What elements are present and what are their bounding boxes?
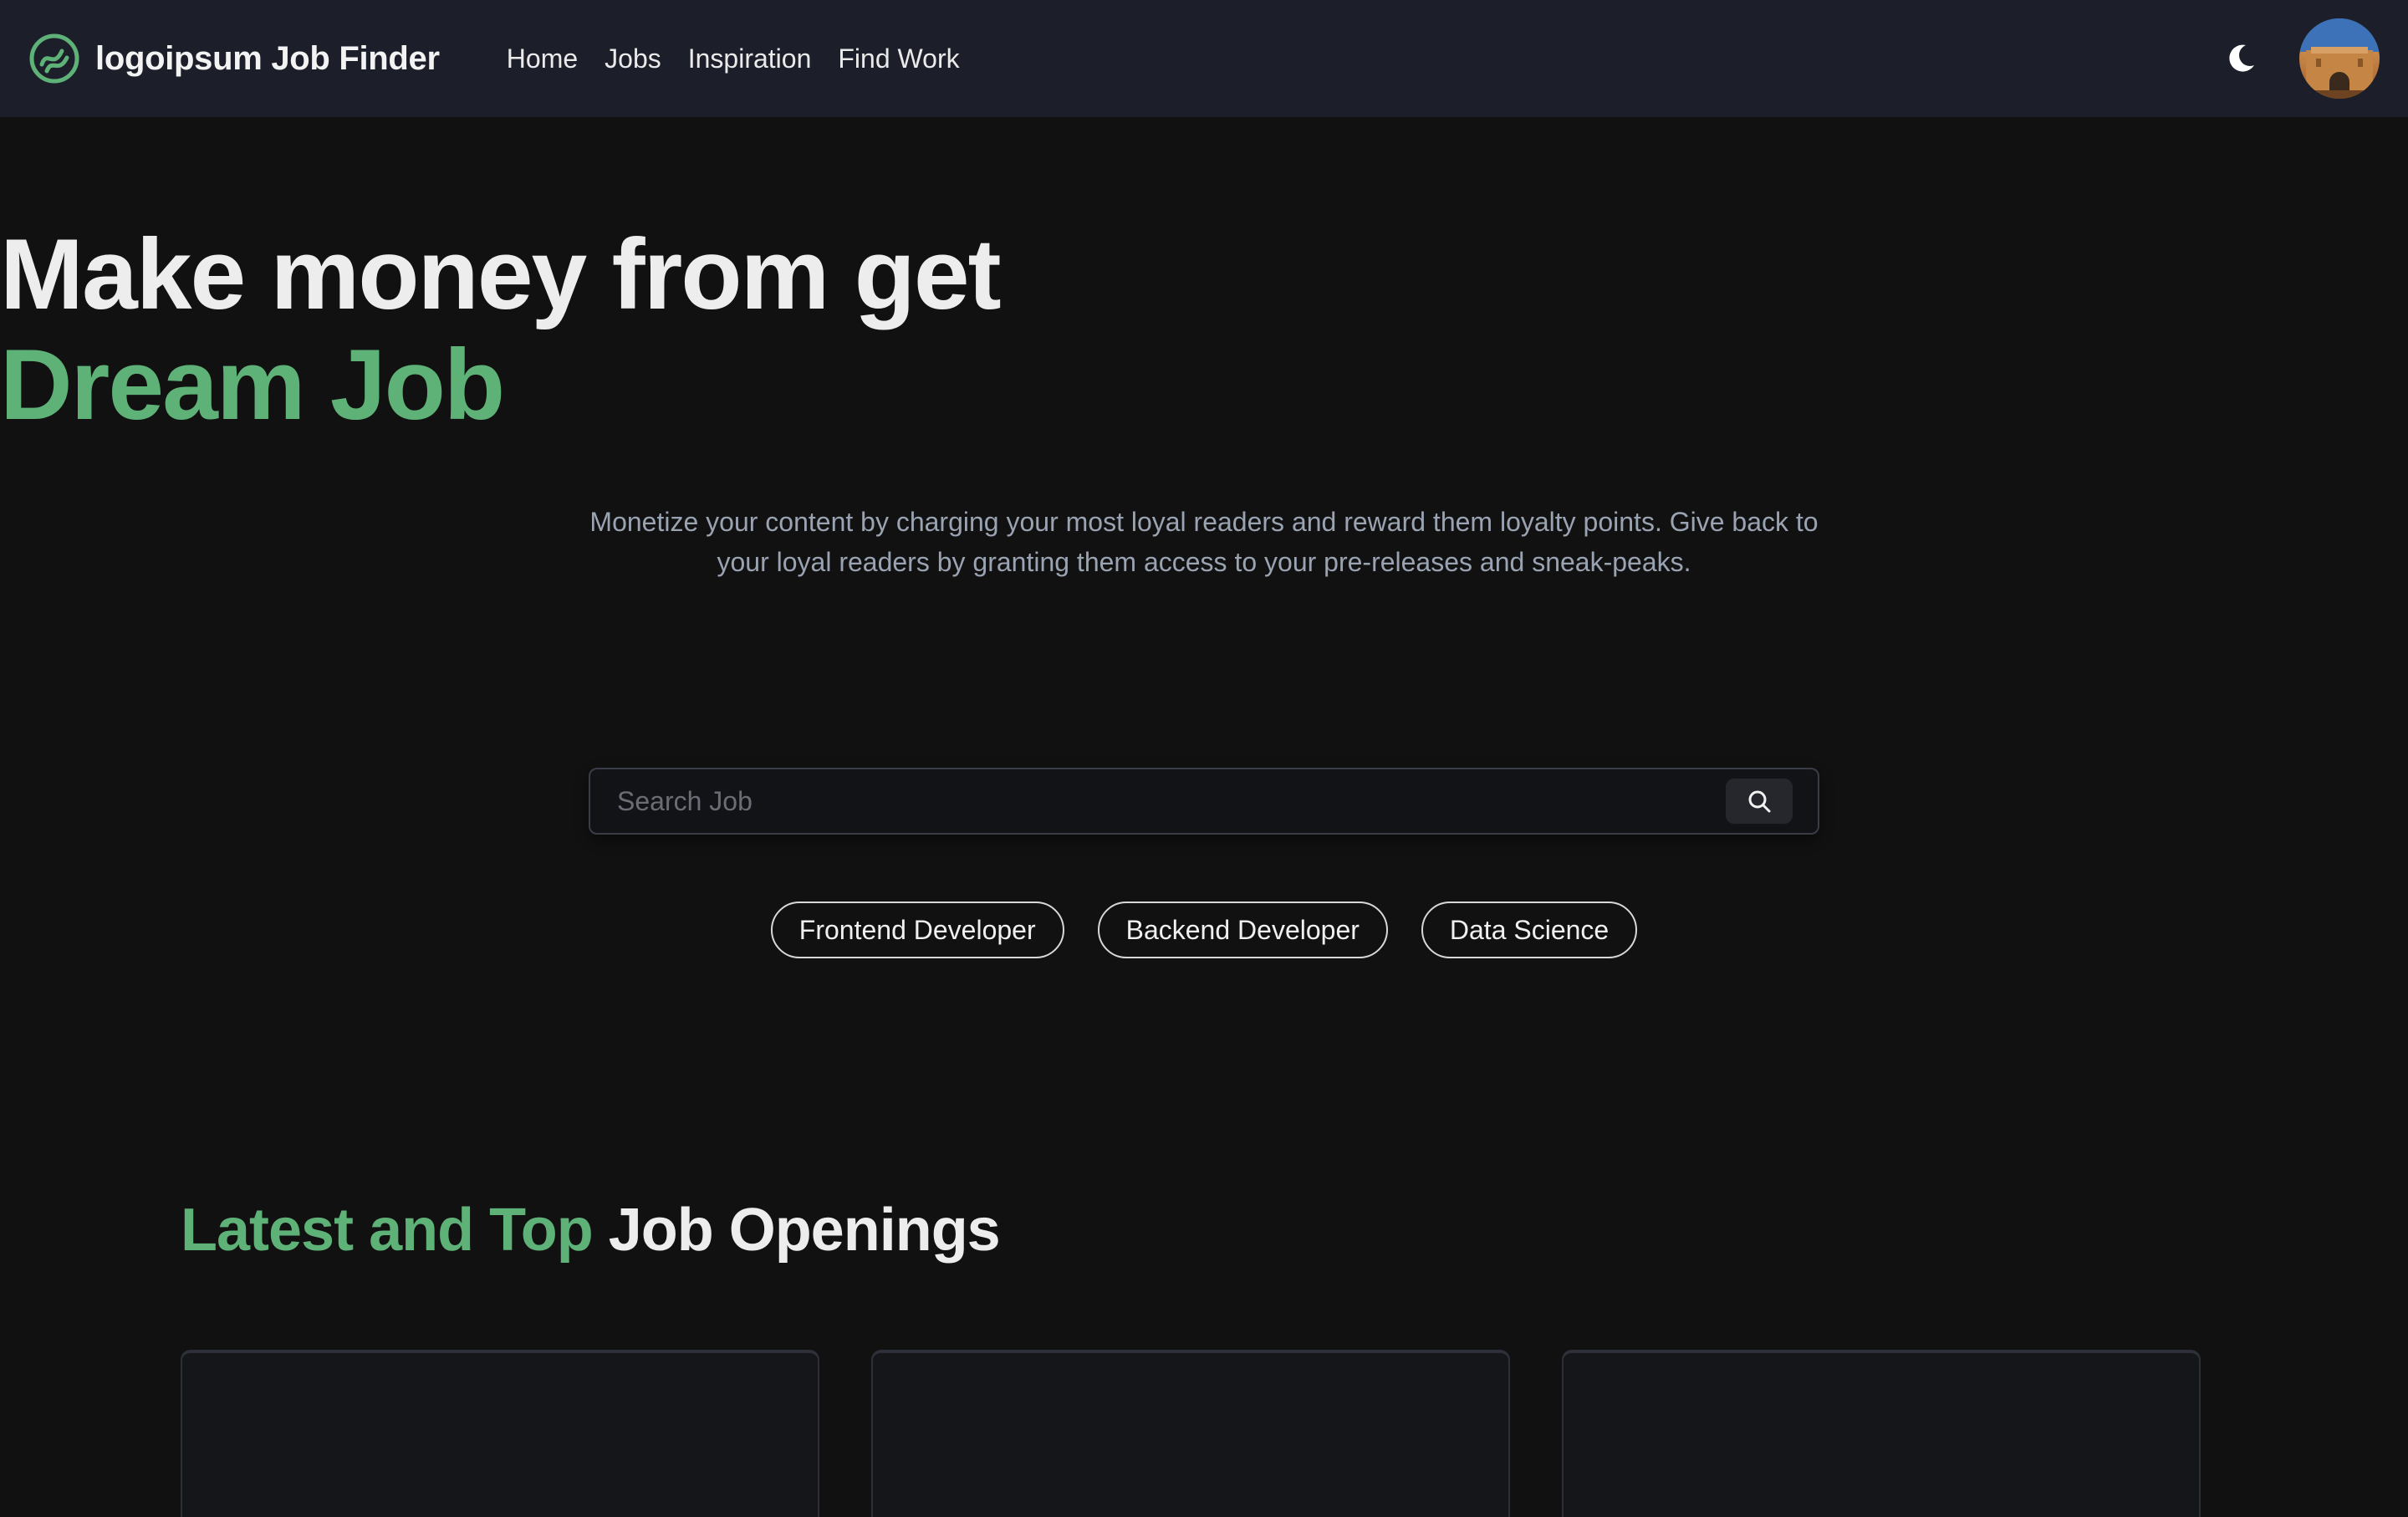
moon-icon	[2229, 44, 2254, 72]
chip-backend-developer[interactable]: Backend Developer	[1097, 902, 1388, 958]
job-cards	[181, 1350, 2201, 1517]
section-title-accent: Latest and Top	[181, 1197, 594, 1264]
nav-home[interactable]: Home	[507, 43, 578, 74]
hero-title: Make money from get Dream Job	[0, 219, 2408, 440]
top-navbar: logoipsum Job Finder Home Jobs Inspirati…	[0, 0, 2408, 117]
section-title-rest: Job Openings	[608, 1197, 1001, 1264]
job-card[interactable]	[871, 1350, 1510, 1517]
search-icon	[1748, 790, 1771, 813]
job-card[interactable]	[181, 1350, 819, 1517]
popular-searches: Frontend Developer Backend Developer Dat…	[0, 902, 2408, 958]
avatar-photo	[2299, 18, 2380, 99]
brand-logo-link[interactable]: logoipsum Job Finder	[28, 33, 440, 84]
theme-toggle-button[interactable]	[2216, 33, 2266, 84]
nav-jobs[interactable]: Jobs	[605, 43, 661, 74]
chip-data-science[interactable]: Data Science	[1421, 902, 1638, 958]
logo-icon	[29, 33, 79, 84]
nav-actions	[2216, 18, 2380, 99]
search-input[interactable]	[617, 785, 1726, 817]
brand-name: logoipsum Job Finder	[95, 39, 440, 77]
hero-description: Monetize your content by charging your m…	[589, 507, 1819, 577]
main-nav: Home Jobs Inspiration Find Work	[507, 43, 960, 74]
nav-inspiration[interactable]: Inspiration	[688, 43, 812, 74]
section-title: Latest and Top Job Openings	[181, 1196, 1001, 1264]
nav-find-work[interactable]: Find Work	[838, 43, 959, 74]
user-avatar[interactable]	[2299, 18, 2380, 99]
job-search-bar	[589, 768, 1819, 835]
job-card[interactable]	[1562, 1350, 2201, 1517]
search-button[interactable]	[1726, 779, 1793, 824]
chip-frontend-developer[interactable]: Frontend Developer	[770, 902, 1064, 958]
hero-title-accent: Dream Job	[0, 329, 505, 441]
hero-title-line1: Make money from get	[0, 218, 1002, 330]
